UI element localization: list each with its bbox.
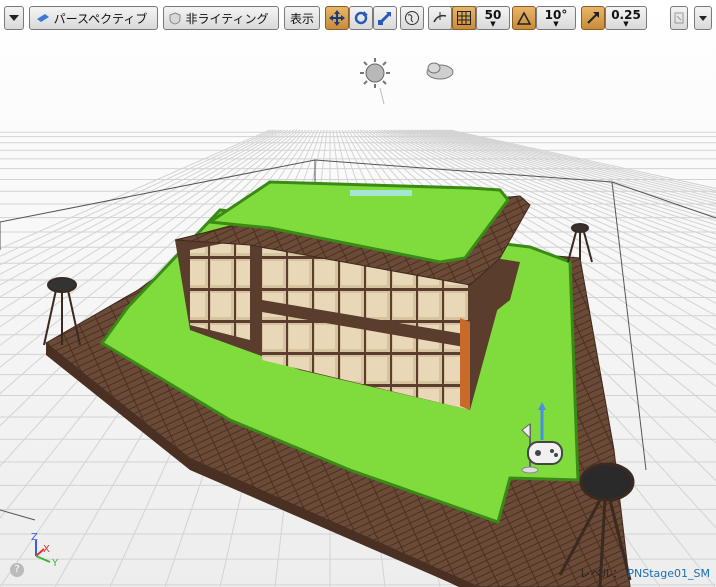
rotate-snap-value: 10° [544,7,568,22]
grid-snap-value: 50 [484,7,502,22]
world-local-button[interactable] [400,6,424,30]
rotate-tool-button[interactable] [349,6,373,30]
grid-snap-toggle[interactable] [452,6,476,30]
axis-z-label: Z [31,532,38,543]
level-indicator: レベル： PNStage01_SM [579,565,710,581]
lighting-mode-button[interactable]: 非ライティング [163,6,279,30]
scale-snap-icon [586,11,600,25]
surface-snap-button[interactable] [428,6,452,30]
axis-y-label: Y [51,558,59,569]
perspective-icon [36,13,50,23]
angle-icon [516,11,532,25]
scale-snap-toggle[interactable] [581,6,605,30]
scale-snap-value-dropdown[interactable]: 0.25 ▼ [605,6,647,30]
rotate-icon [353,10,369,26]
maximize-icon [674,12,684,24]
viewport-toolbar: パースペクティブ 非ライティング 表示 50 ▼ 10° ▼ 0.25 ▼ [0,0,716,36]
scale-snap-value: 0.25 [611,7,641,22]
move-tool-button[interactable] [325,6,349,30]
perspective-label: パースペクティブ [53,11,148,26]
surface-snap-icon [432,10,448,26]
building-facade-left [190,238,250,340]
scale-tool-button[interactable] [373,6,397,30]
shield-icon [169,11,181,25]
scale-icon [377,10,393,26]
orange-pillar [460,318,470,410]
grid-icon [457,11,471,25]
show-button[interactable]: 表示 [284,6,320,30]
chevron-down-icon [699,15,707,21]
roof-glass [350,190,412,196]
grid-snap-value-dropdown[interactable]: 50 ▼ [476,6,510,30]
world-icon [404,10,420,26]
level-name: PNStage01_SM [627,567,710,580]
axis-x-label: X [43,544,50,555]
rotate-snap-toggle[interactable] [512,6,536,30]
chevron-down-icon: ▼ [623,19,629,28]
help-icon[interactable]: ? [10,563,24,577]
perspective-button[interactable]: パースペクティブ [29,6,158,30]
viewport-scene[interactable]: Z X Y [0,0,716,587]
rotate-snap-value-dropdown[interactable]: 10° ▼ [536,6,576,30]
maximize-viewport-button[interactable] [670,6,688,30]
viewport-options-button[interactable] [694,6,712,30]
chevron-down-icon: ▼ [490,19,496,28]
move-icon [329,10,345,26]
level-viewport[interactable]: Z X Y ? パースペクティブ 非ライティング 表示 50 ▼ 10° ▼ 0… [0,0,716,587]
menu-dropdown-icon [9,15,19,21]
level-label: レベル： [579,567,624,580]
lighting-label: 非ライティング [185,11,269,26]
chevron-down-icon: ▼ [553,19,559,28]
show-label: 表示 [289,11,314,26]
viewport-menu-button[interactable] [4,6,24,30]
